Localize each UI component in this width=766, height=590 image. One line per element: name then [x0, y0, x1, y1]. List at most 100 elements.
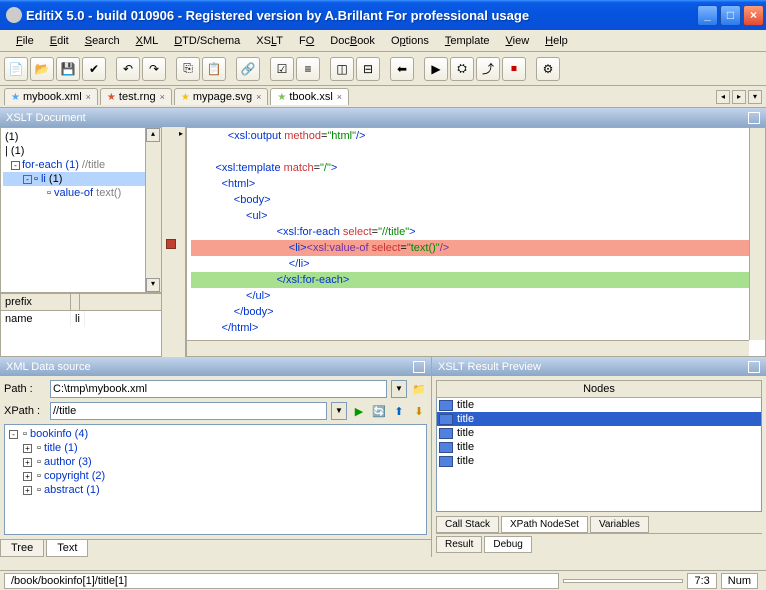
tool-format[interactable]: ≡: [296, 57, 320, 81]
tool-copy[interactable]: ⎘: [176, 57, 200, 81]
statusbar: /book/bookinfo[1]/title[1] 7:3 Num: [0, 570, 766, 590]
tree-row: ▫ value-of text(): [3, 186, 159, 200]
menu-file[interactable]: FFileile: [8, 33, 42, 49]
breakpoint-marker[interactable]: [166, 239, 176, 249]
xpath-up-icon[interactable]: ⬆: [391, 403, 407, 419]
outline-tree[interactable]: (1) | (1) -for-each (1) //title -▫ li (1…: [0, 127, 162, 293]
tab-prev-button[interactable]: ◂: [716, 90, 730, 104]
tool-validate[interactable]: ☑: [270, 57, 294, 81]
file-tab-mybook[interactable]: ★mybook.xml×: [4, 88, 98, 105]
tool-save[interactable]: 💾: [56, 57, 80, 81]
nodes-list[interactable]: title title title title title: [436, 398, 762, 512]
status-position: 7:3: [687, 573, 716, 589]
xslt-doc-header: XSLT Document: [0, 108, 766, 127]
tool-run[interactable]: ▶: [424, 57, 448, 81]
file-tab-tbook[interactable]: ★tbook.xsl×: [270, 88, 349, 105]
node-row-selected: title: [437, 412, 761, 426]
tree-row-selected: -▫ li (1): [3, 172, 159, 186]
menu-edit[interactable]: Edit: [42, 33, 77, 49]
tab-xpath-nodeset[interactable]: XPath NodeSet: [501, 516, 588, 533]
menu-template[interactable]: Template: [437, 33, 498, 49]
tool-link[interactable]: 🔗: [236, 57, 260, 81]
scrollbar-horizontal[interactable]: [187, 340, 749, 356]
xpath-input[interactable]: [50, 402, 327, 420]
tool-paste[interactable]: 📋: [202, 57, 226, 81]
tool-stop[interactable]: ⏹: [502, 57, 526, 81]
close-tab-icon[interactable]: ×: [337, 92, 342, 102]
minimize-button[interactable]: _: [697, 5, 718, 26]
tree-row: | (1): [3, 144, 159, 158]
tool-undo[interactable]: ↶: [116, 57, 140, 81]
browse-icon[interactable]: 📁: [411, 381, 427, 397]
node-row: title: [437, 440, 761, 454]
tab-list-button[interactable]: ▾: [748, 90, 762, 104]
editor-gutter[interactable]: ▸: [162, 127, 186, 357]
menu-search[interactable]: Search: [77, 33, 128, 49]
tab-next-button[interactable]: ▸: [732, 90, 746, 104]
tool-saveall[interactable]: ✔: [82, 57, 106, 81]
close-tab-icon[interactable]: ×: [86, 92, 91, 102]
node-row: title: [437, 398, 761, 412]
menu-xml[interactable]: XML: [128, 33, 167, 49]
toolbar: 📄 📂 💾 ✔ ↶ ↷ ⎘ 📋 🔗 ☑ ≡ ◫ ⊟ ⬅ ▶ ⛭ ⤴ ⏹ ⚙: [0, 52, 766, 86]
menu-docbook[interactable]: DocBook: [322, 33, 383, 49]
tab-result[interactable]: Result: [436, 536, 482, 553]
xpath-down-icon[interactable]: ⬇: [411, 403, 427, 419]
xpath-refresh-icon[interactable]: 🔄: [371, 403, 387, 419]
node-row: title: [437, 454, 761, 468]
panel-toggle-icon[interactable]: [748, 112, 760, 124]
datasource-tree[interactable]: - ▫ bookinfo (4) + ▫ title (1) + ▫ autho…: [4, 424, 427, 535]
code-editor[interactable]: <xsl:output method="html"/> <xsl:templat…: [186, 127, 766, 357]
file-tab-mypage[interactable]: ★mypage.svg×: [174, 88, 269, 105]
menu-help[interactable]: Help: [537, 33, 576, 49]
tool-redo[interactable]: ↷: [142, 57, 166, 81]
menu-view[interactable]: View: [498, 33, 538, 49]
tool-split-v[interactable]: ⊟: [356, 57, 380, 81]
xpath-dropdown[interactable]: ▼: [331, 402, 347, 420]
tab-debug[interactable]: Debug: [484, 536, 531, 553]
xpath-run-icon[interactable]: ▶: [351, 403, 367, 419]
prefix-table[interactable]: prefix nameli: [0, 293, 162, 357]
status-numlock: Num: [721, 573, 758, 589]
menubar: FFileile Edit Search XML DTD/Schema XSLT…: [0, 30, 766, 52]
tool-prev[interactable]: ⬅: [390, 57, 414, 81]
app-icon: [6, 7, 22, 23]
tool-new[interactable]: 📄: [4, 57, 28, 81]
tab-variables[interactable]: Variables: [590, 516, 649, 533]
tool-help[interactable]: ⚙: [536, 57, 560, 81]
tree-row: -for-each (1) //title: [3, 158, 159, 172]
close-tab-icon[interactable]: ×: [160, 92, 165, 102]
close-button[interactable]: ×: [743, 5, 764, 26]
path-dropdown[interactable]: ▼: [391, 380, 407, 398]
window-title: EditiX 5.0 - build 010906 - Registered v…: [26, 8, 695, 23]
panel-toggle-icon[interactable]: [413, 361, 425, 373]
menu-dtd[interactable]: DTD/Schema: [166, 33, 248, 49]
file-tabbar: ★mybook.xml× ★test.rng× ★mypage.svg× ★tb…: [0, 86, 766, 108]
datasource-header: XML Data source: [0, 357, 431, 376]
panel-toggle-icon[interactable]: [748, 361, 760, 373]
status-path: /book/bookinfo[1]/title[1]: [4, 573, 559, 589]
result-header: XSLT Result Preview: [432, 357, 766, 376]
menu-xslt[interactable]: XSLT: [248, 33, 291, 49]
tool-split-h[interactable]: ◫: [330, 57, 354, 81]
tab-tree[interactable]: Tree: [0, 540, 44, 557]
menu-options[interactable]: Options: [383, 33, 437, 49]
menu-fo[interactable]: FO: [291, 33, 322, 49]
tool-step[interactable]: ⤴: [476, 57, 500, 81]
tab-text[interactable]: Text: [46, 540, 88, 557]
tool-debug[interactable]: ⛭: [450, 57, 474, 81]
tool-open[interactable]: 📂: [30, 57, 54, 81]
file-tab-test[interactable]: ★test.rng×: [100, 88, 172, 105]
scrollbar-vertical[interactable]: [749, 128, 765, 340]
tab-callstack[interactable]: Call Stack: [436, 516, 499, 533]
path-label: Path :: [4, 383, 46, 395]
node-row: title: [437, 426, 761, 440]
xpath-label: XPath :: [4, 405, 46, 417]
scrollbar-vertical[interactable]: ▴▾: [145, 128, 161, 292]
close-tab-icon[interactable]: ×: [256, 92, 261, 102]
window-titlebar: EditiX 5.0 - build 010906 - Registered v…: [0, 0, 766, 30]
status-empty: [563, 579, 683, 583]
maximize-button[interactable]: □: [720, 5, 741, 26]
path-input[interactable]: [50, 380, 387, 398]
tree-row: (1): [3, 130, 159, 144]
